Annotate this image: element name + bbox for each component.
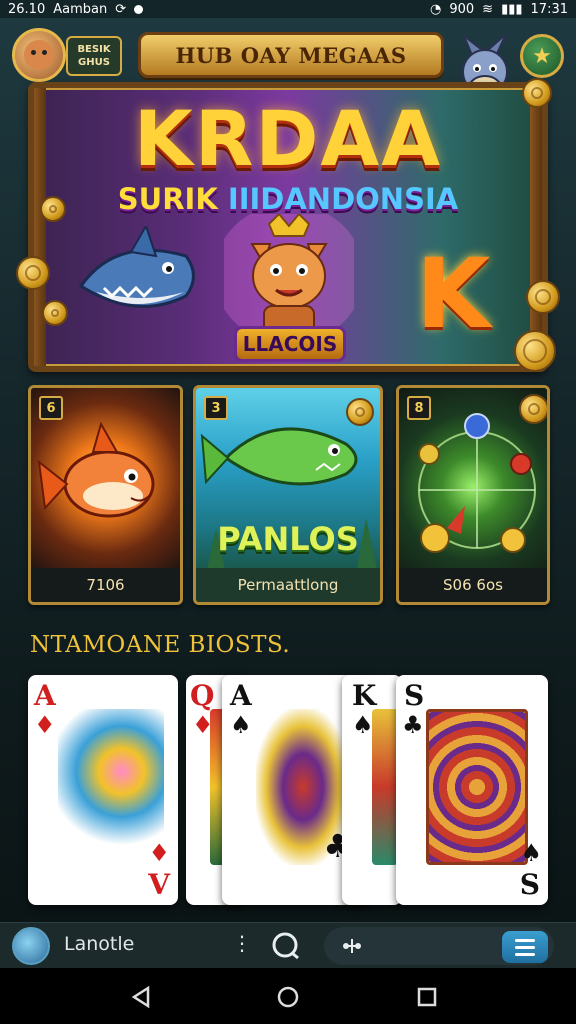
card-rank: K <box>352 679 377 712</box>
menu-line <box>515 952 535 956</box>
spade-suit-icon: ♠ <box>520 839 542 867</box>
card-pattern-art <box>372 709 398 865</box>
badge-line2: GHUS <box>78 57 110 68</box>
game-art-title: PANLOS <box>217 520 359 558</box>
recents-square-icon[interactable] <box>414 984 440 1010</box>
record-dot-icon <box>134 4 144 14</box>
game-card-2[interactable]: PANLOS 3 Permaattlong <box>193 385 383 605</box>
game-caption: 7106 <box>31 568 180 602</box>
coin-icon <box>16 256 50 290</box>
status-time-left: 26.10 <box>8 1 46 17</box>
back-triangle-icon[interactable] <box>128 984 154 1010</box>
card-rank-bottom: V <box>148 868 170 901</box>
menu-line <box>515 938 535 942</box>
hero-subtitle: SURIK IIIDANDONSIA <box>34 182 542 216</box>
coin-icon <box>42 300 68 326</box>
title-plaque: HUB OAY MEGAAS <box>138 32 444 78</box>
system-nav-bar <box>0 968 576 1024</box>
shark-icon <box>78 226 195 308</box>
diamond-suit-icon: ♦ <box>34 711 56 739</box>
diamond-suit-icon: ♦ <box>148 839 170 867</box>
top-header: BESIK GHUS HUB OAY MEGAAS ★ <box>10 22 566 101</box>
game-badge-number: 6 <box>39 396 63 420</box>
badge-line1: BESIK <box>77 44 111 55</box>
status-carrier: Aamban <box>53 1 108 17</box>
menu-button[interactable] <box>502 931 548 963</box>
game-card-1[interactable]: 6 7106 <box>28 385 183 605</box>
menu-line <box>515 945 535 949</box>
club-suit-icon: ♣ <box>402 711 424 739</box>
card-rank: Q <box>190 679 215 712</box>
playing-card-4[interactable]: K ♠ <box>342 675 402 905</box>
status-time-right: 17:31 <box>530 1 568 17</box>
status-bar: 26.10 Aamban ⟳ ◔ 900 ≋ ▮▮▮ 17:31 <box>0 0 576 18</box>
cat-avatar-icon <box>24 40 54 70</box>
card-rank: A <box>230 679 252 712</box>
gamepad-icon[interactable] <box>340 936 364 956</box>
hero-banner[interactable]: KRDAA SURIK IIIDANDONSIA K LLACOIS <box>28 82 548 372</box>
game-badge-number: 8 <box>407 396 431 420</box>
coin-icon <box>519 394 547 424</box>
hero-title: KRDAA <box>133 94 443 183</box>
coin-icon <box>522 78 552 108</box>
card-rank: S <box>404 679 425 712</box>
bottom-search-pill[interactable] <box>324 927 554 965</box>
wifi-icon: ≋ <box>482 1 494 17</box>
profile-avatar[interactable] <box>12 28 66 82</box>
sync-icon: ⟳ <box>115 1 127 17</box>
game-caption: Permaattlong <box>196 568 380 602</box>
status-battery-text: 900 <box>449 1 475 17</box>
alarm-icon: ◔ <box>429 1 442 17</box>
spade-suit-icon: ♠ <box>230 711 252 739</box>
game-card-3[interactable]: 8 S06 6os <box>396 385 550 605</box>
favorites-button[interactable]: ★ <box>520 34 564 78</box>
coin-icon <box>346 398 374 426</box>
hero-subtitle-part1: SURIK <box>117 182 228 216</box>
more-options-icon[interactable]: ⋮ <box>232 931 252 955</box>
bottom-action-bar: Lanotle ⋮ <box>0 922 576 968</box>
hero-k-letter: K <box>416 238 491 350</box>
game-caption: S06 6os <box>399 568 547 602</box>
chat-bubble-icon[interactable] <box>270 930 302 962</box>
username-label: Lanotle <box>64 933 135 955</box>
card-rank-bottom: S <box>519 868 540 901</box>
coin-icon <box>526 280 560 314</box>
coin-icon <box>514 330 556 372</box>
game-badge-number: 3 <box>204 396 228 420</box>
hero-subtitle-part2: IIIDANDONSIA <box>227 182 459 216</box>
user-avatar-button[interactable] <box>12 927 50 965</box>
spade-suit-icon: ♠ <box>352 711 374 739</box>
coin-icon <box>40 196 66 222</box>
hero-label: LLACOIS <box>234 326 346 362</box>
status-right: ◔ 900 ≋ ▮▮▮ 17:31 <box>430 2 568 17</box>
playing-card-5[interactable]: S ♣ ♠ S <box>396 675 548 905</box>
home-circle-icon[interactable] <box>275 984 301 1010</box>
card-rank: A <box>34 679 56 712</box>
section-heading: NTAMOANE BIOSTS. <box>30 632 291 658</box>
page-title: HUB OAY MEGAAS <box>175 42 407 68</box>
signal-icon: ▮▮▮ <box>501 1 523 17</box>
playing-card-1[interactable]: A ♦ ♦ V <box>28 675 178 905</box>
star-icon: ★ <box>532 43 552 69</box>
game-lobby-screen: 26.10 Aamban ⟳ ◔ 900 ≋ ▮▮▮ 17:31 BESIK G… <box>0 0 576 1024</box>
user-badge[interactable]: BESIK GHUS <box>66 36 122 76</box>
card-mandala-art <box>426 709 528 865</box>
status-left: 26.10 Aamban ⟳ <box>8 1 144 17</box>
